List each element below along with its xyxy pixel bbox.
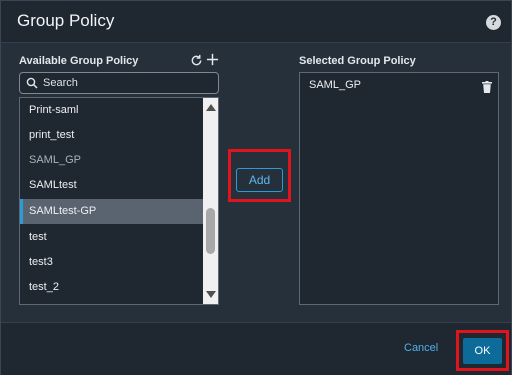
list-item[interactable]: print_test	[20, 123, 204, 148]
scroll-thumb[interactable]	[206, 208, 215, 254]
available-policy-list: Print-saml print_test SAML_GP SAMLtest S…	[19, 97, 219, 305]
search-input[interactable]	[43, 75, 213, 91]
help-icon[interactable]: ?	[486, 15, 501, 30]
ok-button[interactable]: OK	[463, 338, 502, 364]
list-item[interactable]: SAML_GP	[20, 148, 204, 173]
search-box	[19, 72, 219, 94]
list-item[interactable]: Print-saml	[20, 98, 204, 123]
plus-icon[interactable]	[206, 53, 219, 66]
dialog-title: Group Policy	[17, 11, 115, 30]
refresh-icon[interactable]	[190, 54, 203, 67]
dialog-footer: Cancel OK	[1, 322, 511, 375]
search-icon	[26, 77, 38, 89]
list-item[interactable]: SAMLtest	[20, 173, 204, 198]
scroll-down-arrow-icon[interactable]	[206, 291, 216, 298]
selected-group-policy-label: Selected Group Policy	[299, 55, 416, 67]
available-group-policy-label: Available Group Policy	[19, 55, 139, 67]
list-item-selected[interactable]: SAMLtest-GP	[20, 199, 204, 224]
cancel-button[interactable]: Cancel	[404, 342, 438, 354]
list-scrollbar[interactable]	[203, 98, 218, 304]
selected-list-item: SAML_GP	[309, 79, 361, 91]
scroll-up-arrow-icon[interactable]	[206, 104, 216, 111]
trash-icon[interactable]	[482, 81, 492, 93]
group-policy-dialog: Group Policy ? Available Group Policy Pr…	[0, 0, 512, 375]
list-item[interactable]: test_2	[20, 275, 204, 300]
dialog-header: Group Policy ?	[1, 1, 511, 43]
selected-policy-list: SAML_GP	[299, 72, 499, 305]
add-button[interactable]: Add	[236, 168, 283, 192]
list-item[interactable]: test	[20, 225, 204, 250]
list-item[interactable]: test3	[20, 250, 204, 275]
